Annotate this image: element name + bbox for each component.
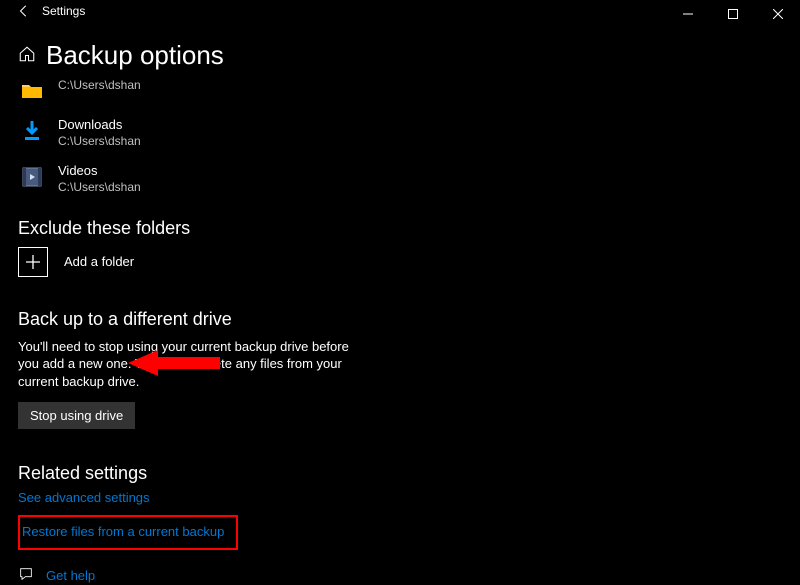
- folder-path: C:\Users\dshan: [58, 133, 141, 150]
- folder-item[interactable]: C:\Users\dshan: [18, 75, 800, 113]
- maximize-button[interactable]: [710, 0, 755, 28]
- home-icon[interactable]: [18, 45, 36, 66]
- get-help-link[interactable]: Get help: [46, 568, 95, 583]
- add-folder-label: Add a folder: [64, 254, 134, 269]
- restore-files-link[interactable]: Restore files from a current backup: [22, 522, 224, 543]
- backup-folders-list: C:\Users\dshan Downloads C:\Users\dshan …: [18, 75, 800, 206]
- add-folder-button[interactable]: Add a folder: [18, 247, 800, 277]
- exclude-heading: Exclude these folders: [18, 218, 800, 239]
- folder-path: C:\Users\dshan: [58, 77, 141, 94]
- app-title: Settings: [42, 4, 85, 18]
- chat-help-icon: [18, 566, 34, 585]
- title-bar: Settings: [0, 0, 800, 30]
- minimize-button[interactable]: [665, 0, 710, 28]
- plus-icon: [18, 247, 48, 277]
- folder-name: Videos: [58, 163, 141, 179]
- close-button[interactable]: [755, 0, 800, 28]
- back-button[interactable]: [10, 4, 38, 18]
- backup-different-body: You'll need to stop using your current b…: [18, 338, 358, 391]
- folder-item[interactable]: Videos C:\Users\dshan: [18, 159, 800, 205]
- backup-different-heading: Back up to a different drive: [18, 309, 800, 330]
- folder-name: Downloads: [58, 117, 141, 133]
- related-settings-heading: Related settings: [18, 463, 800, 484]
- downloads-icon: [20, 119, 44, 143]
- folder-item[interactable]: Downloads C:\Users\dshan: [18, 113, 800, 159]
- restore-highlight-annotation: Restore files from a current backup: [18, 515, 238, 550]
- page-title: Backup options: [46, 40, 224, 71]
- videos-icon: [20, 165, 44, 189]
- see-advanced-settings-link[interactable]: See advanced settings: [18, 488, 150, 509]
- folder-icon: [20, 79, 44, 103]
- stop-using-drive-button[interactable]: Stop using drive: [18, 402, 135, 429]
- folder-path: C:\Users\dshan: [58, 179, 141, 196]
